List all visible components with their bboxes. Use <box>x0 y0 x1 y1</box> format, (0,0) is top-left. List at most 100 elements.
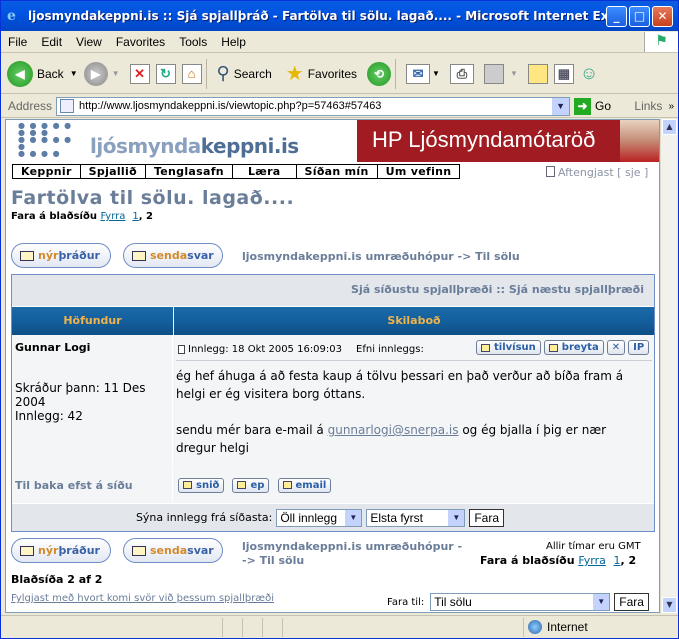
jump-select[interactable]: Til sölu ▼ <box>430 593 611 611</box>
links-button[interactable]: Links <box>634 99 668 113</box>
windows-logo-icon: ⚑ <box>644 31 678 52</box>
post-meta: Innlegg: 18 Okt 2005 16:09:03 Efni innle… <box>178 344 424 355</box>
jump-label: Fara til: <box>387 596 425 608</box>
new-topic-button[interactable]: nýr þráður <box>11 243 111 268</box>
page-icon <box>60 99 75 113</box>
title-bar[interactable]: e ljosmyndakeppni.is :: Sjá spjallþráð -… <box>1 1 678 31</box>
site-banner: ● ● ● ● ● ● ● ● ● ● ● ● ● ● ● ● ● ● ljósmy… <box>6 120 659 162</box>
zone-label: Internet <box>547 620 588 634</box>
home-button[interactable]: ⌂ <box>181 63 202 84</box>
address-input[interactable]: http://www.ljosmyndakeppni.is/viewtopic.… <box>56 96 571 116</box>
back-to-top-link[interactable]: Til baka efst á síðu <box>15 479 133 492</box>
period-select[interactable]: Öll innlegg ▼ <box>276 508 363 527</box>
menu-favorites[interactable]: Favorites <box>109 35 172 49</box>
ad-photo[interactable] <box>620 120 659 162</box>
author-post-count: Innlegg: 42 <box>15 409 83 423</box>
nav-item-tenglasafn[interactable]: Tenglasafn <box>146 165 233 178</box>
site-logo[interactable]: ● ● ● ● ● ● ● ● ● ● ● ● ● ● ● ● ● ● ljósmy… <box>16 120 356 162</box>
breadcrumb[interactable]: ljosmyndakeppni.is umræðuhópur -> Til sö… <box>242 250 520 263</box>
back-label: Back <box>37 66 64 81</box>
lock-icon <box>546 166 555 177</box>
forward-button[interactable]: ▶ ▼ <box>83 61 120 86</box>
address-dropdown-icon[interactable]: ▼ <box>552 97 570 115</box>
current-page: 2 <box>628 554 637 567</box>
menu-tools[interactable]: Tools <box>172 35 214 49</box>
edit-button[interactable]: ▼ <box>483 63 518 84</box>
page-1-link[interactable]: 1 <box>614 554 621 567</box>
prev-next-topic-links[interactable]: Sjá síðustu spjallþræði :: Sjá næstu spj… <box>12 275 654 307</box>
nav-item-laera[interactable]: Læra <box>233 165 297 178</box>
nav-item-sidan-min[interactable]: Síðan mín <box>297 165 378 178</box>
reply-button-bottom[interactable]: senda svar <box>123 538 223 563</box>
post-icon <box>178 345 185 354</box>
minimize-button[interactable]: _ <box>606 5 627 27</box>
order-select[interactable]: Elsta fyrst ▼ <box>366 508 466 527</box>
go-button[interactable]: ➜ Go <box>574 97 611 115</box>
post-body-cell: Innlegg: 18 Okt 2005 16:09:03 Efni innle… <box>174 336 654 465</box>
edit-dropdown-icon: ▼ <box>509 69 518 78</box>
address-url: http://www.ljosmyndakeppni.is/viewtopic.… <box>79 100 382 112</box>
breadcrumb-bottom-2[interactable]: -> Til sölu <box>242 554 304 567</box>
watch-topic-link[interactable]: Fylgjast með hvort komi svör við þessum … <box>11 593 274 604</box>
quote-button[interactable]: tilvísun <box>476 340 541 355</box>
dropdown-arrow-icon: ▼ <box>593 594 610 610</box>
mail-button[interactable]: ✉ ▼ <box>406 63 440 84</box>
messenger-button[interactable]: ☺ <box>580 63 598 84</box>
status-cell <box>222 617 242 637</box>
back-dropdown-icon[interactable]: ▼ <box>70 69 78 78</box>
address-label: Address <box>8 99 53 113</box>
links-chevron-icon[interactable]: » <box>668 101 678 112</box>
edit-post-button[interactable]: breyta <box>543 340 604 355</box>
delete-post-button[interactable]: ✕ <box>606 340 626 355</box>
post-paragraph-2: sendu mér bara e-mail á gunnarlogi@snerp… <box>176 423 607 455</box>
jump-go-button[interactable]: Fara <box>614 593 649 611</box>
stop-button[interactable]: ✕ <box>129 63 150 84</box>
search-button[interactable]: ⚲ Search <box>217 63 272 84</box>
scroll-down-icon[interactable]: ▼ <box>662 597 677 613</box>
menu-help[interactable]: Help <box>214 35 253 49</box>
favorites-button[interactable]: ★ Favorites <box>286 61 357 86</box>
hp-ad-banner[interactable]: HP Ljósmyndamótaröð <box>357 120 620 162</box>
globe-icon <box>528 620 542 634</box>
page-viewport: ● ● ● ● ● ● ● ● ● ● ● ● ● ● ● ● ● ● ljósmy… <box>5 119 660 613</box>
scroll-up-icon[interactable]: ▲ <box>662 119 677 135</box>
nav-item-spjallid[interactable]: Spjallið <box>81 165 146 178</box>
edit-icon <box>483 63 504 84</box>
research-button[interactable]: ▦ <box>553 63 574 84</box>
menu-view[interactable]: View <box>69 35 109 49</box>
refresh-button[interactable]: ↻ <box>155 63 176 84</box>
breadcrumb-bottom-1[interactable]: ljosmyndakeppni.is umræðuhópur - <box>242 540 462 553</box>
column-header-message: Skilaboð <box>174 307 654 335</box>
page-title[interactable]: Fartölva til sölu. lagað.... <box>11 187 294 209</box>
logout-link[interactable]: Aftengjast [ sje ] <box>546 166 648 179</box>
nav-item-um-vefinn[interactable]: Um vefinn <box>378 165 460 178</box>
reply-button[interactable]: senda svar <box>123 243 223 268</box>
vertical-scrollbar[interactable]: ▲ ▼ <box>660 119 677 613</box>
new-topic-button-bottom[interactable]: nýr þráður <box>11 538 111 563</box>
mail-icon: ✉ <box>406 63 431 84</box>
prev-page-link[interactable]: Fyrra <box>100 211 125 222</box>
pm-button[interactable]: ep <box>232 477 270 493</box>
print-icon: ⎙ <box>449 63 474 84</box>
prev-page-link[interactable]: Fyrra <box>578 554 605 567</box>
dropdown-arrow-icon: ▼ <box>345 509 362 526</box>
menu-file[interactable]: File <box>1 35 34 49</box>
ip-button[interactable]: IP <box>628 340 650 355</box>
favorites-label: Favorites <box>307 66 358 81</box>
menu-edit[interactable]: Edit <box>34 35 69 49</box>
filter-label: Sýna innlegg frá síðasta: <box>135 511 273 524</box>
print-button[interactable]: ⎙ <box>449 63 474 84</box>
search-icon: ⚲ <box>216 63 230 83</box>
email-link[interactable]: gunnarlogi@snerpa.is <box>328 423 459 437</box>
history-button[interactable]: ⟲ <box>367 61 392 86</box>
profile-button[interactable]: snið <box>178 477 225 493</box>
filter-go-button[interactable]: Fara <box>469 508 504 527</box>
status-cell <box>242 617 262 637</box>
logo-text: ljósmyndakeppni.is <box>90 134 299 158</box>
close-button[interactable]: ✕ <box>652 5 673 27</box>
nav-item-keppnir[interactable]: Keppnir <box>13 165 81 178</box>
discuss-button[interactable] <box>527 63 548 84</box>
maximize-button[interactable]: □ <box>629 5 650 27</box>
email-button[interactable]: email <box>277 477 332 493</box>
back-button[interactable]: ◀ Back ▼ <box>7 60 78 87</box>
